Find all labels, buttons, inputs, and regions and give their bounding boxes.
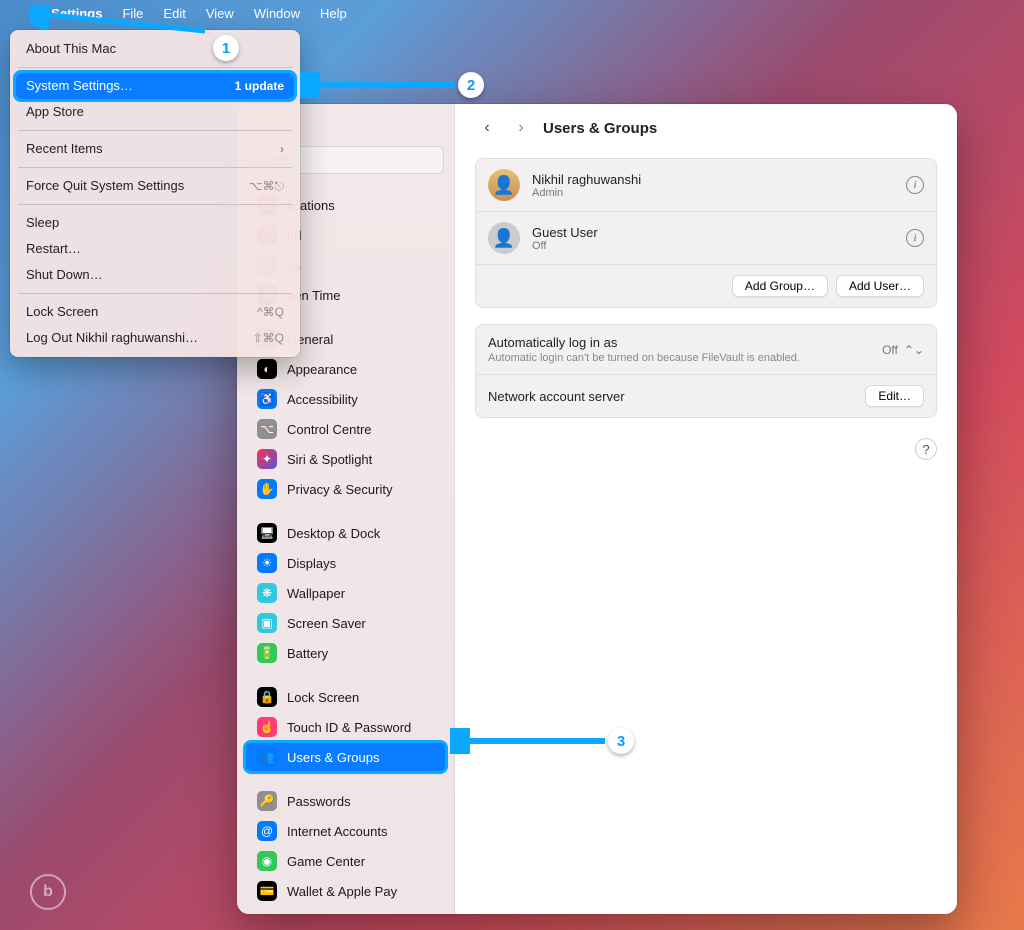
forward-button[interactable]: › [509, 116, 533, 140]
sidebar-icon: ✋ [257, 479, 277, 499]
sidebar-icon: @ [257, 821, 277, 841]
sidebar-item-wallet-apple-pay[interactable]: 💳 Wallet & Apple Pay [245, 876, 446, 906]
sidebar-item-label: Internet Accounts [287, 824, 387, 839]
sidebar-item-label: Battery [287, 646, 328, 661]
sidebar-icon: ✦ [257, 449, 277, 469]
menu-separator [18, 167, 292, 168]
sidebar-item-label: Control Centre [287, 422, 372, 437]
sidebar-item-label: Appearance [287, 362, 357, 377]
sidebar-icon: ▣ [257, 613, 277, 633]
annotation-3: 3 [608, 728, 634, 754]
sidebar-item-privacy-security[interactable]: ✋ Privacy & Security [245, 474, 446, 504]
help-button[interactable]: ? [915, 438, 937, 460]
content-area: ‹ › Users & Groups 👤 Nikhil raghuwanshi … [455, 104, 957, 914]
avatar: 👤 [488, 222, 520, 254]
sidebar-item-label: Desktop & Dock [287, 526, 380, 541]
sidebar-icon: 👥 [257, 747, 277, 767]
menu-restart[interactable]: Restart… [16, 236, 294, 262]
user-row[interactable]: 👤 Guest User Off i [476, 212, 936, 265]
user-row[interactable]: 👤 Nikhil raghuwanshi Admin i [476, 159, 936, 212]
login-pane: Automatically log in as Automatic login … [475, 324, 937, 418]
sidebar-item-label: Accessibility [287, 392, 358, 407]
sidebar-item-label: Wallet & Apple Pay [287, 884, 397, 899]
sidebar-item-label: Lock Screen [287, 690, 359, 705]
sidebar-item-label: Game Center [287, 854, 365, 869]
menu-help[interactable]: Help [320, 6, 347, 21]
sidebar-item-label: Privacy & Security [287, 482, 392, 497]
apple-dropdown-menu: About This Mac System Settings… 1 update… [10, 30, 300, 357]
users-pane: 👤 Nikhil raghuwanshi Admin i 👤 Guest Use… [475, 158, 937, 308]
sidebar-icon: ⌥ [257, 419, 277, 439]
sidebar-icon: 🔑 [257, 791, 277, 811]
menu-view[interactable]: View [206, 6, 234, 21]
sidebar-item-label: Siri & Spotlight [287, 452, 372, 467]
sidebar-icon: ☀ [257, 553, 277, 573]
menu-separator [18, 204, 292, 205]
sidebar-item-game-center[interactable]: ◉ Game Center [245, 846, 446, 876]
sidebar-item-touch-id-password[interactable]: ☝ Touch ID & Password [245, 712, 446, 742]
chevron-right-icon: › [280, 140, 284, 158]
content-header: ‹ › Users & Groups [475, 116, 937, 158]
updown-icon: ⌃⌄ [904, 343, 924, 357]
system-settings-window: 🔔fications🔊nd🌙us⏳een Time ⚙General◐Appea… [237, 104, 957, 914]
menu-about-this-mac[interactable]: About This Mac [16, 36, 294, 62]
menu-recent-items[interactable]: Recent Items › [16, 136, 294, 162]
info-icon[interactable]: i [906, 229, 924, 247]
menu-lock-screen[interactable]: Lock Screen ^⌘Q [16, 299, 294, 325]
sidebar-item-passwords[interactable]: 🔑 Passwords [245, 786, 446, 816]
sidebar-item-label: Users & Groups [287, 750, 379, 765]
menu-window[interactable]: Window [254, 6, 300, 21]
sidebar-icon: ◉ [257, 851, 277, 871]
sidebar-icon: ♿ [257, 389, 277, 409]
sidebar-item-appearance[interactable]: ◐ Appearance [245, 354, 446, 384]
sidebar-icon: 🖥 [257, 523, 277, 543]
menu-sleep[interactable]: Sleep [16, 210, 294, 236]
sidebar-item-lock-screen[interactable]: 🔒 Lock Screen [245, 682, 446, 712]
info-icon[interactable]: i [906, 176, 924, 194]
sidebar-icon: 🔋 [257, 643, 277, 663]
sidebar-item-siri-spotlight[interactable]: ✦ Siri & Spotlight [245, 444, 446, 474]
menu-system-settings[interactable]: System Settings… 1 update [16, 73, 294, 99]
network-server-row: Network account server Edit… [476, 375, 936, 417]
sidebar-icon: ☝ [257, 717, 277, 737]
sidebar-item-label: Screen Saver [287, 616, 366, 631]
menu-separator [18, 67, 292, 68]
sidebar-icon: 💳 [257, 881, 277, 901]
sidebar-item-label: Touch ID & Password [287, 720, 411, 735]
menu-app-store[interactable]: App Store [16, 99, 294, 125]
annotation-arrow-2 [300, 72, 460, 98]
back-button[interactable]: ‹ [475, 116, 499, 140]
sidebar-item-users-groups[interactable]: 👥 Users & Groups [245, 742, 446, 772]
menu-separator [18, 130, 292, 131]
sidebar-item-screen-saver[interactable]: ▣ Screen Saver [245, 608, 446, 638]
sidebar-item-control-centre[interactable]: ⌥ Control Centre [245, 414, 446, 444]
menu-separator [18, 293, 292, 294]
page-title: Users & Groups [543, 120, 657, 137]
add-group-button[interactable]: Add Group… [732, 275, 828, 297]
sidebar-icon: ❋ [257, 583, 277, 603]
sidebar-item-label: Passwords [287, 794, 351, 809]
sidebar-icon: 🔒 [257, 687, 277, 707]
sidebar-icon: ◐ [257, 359, 277, 379]
annotation-arrow-3 [450, 728, 610, 754]
menu-log-out[interactable]: Log Out Nikhil raghuwanshi… ⇧⌘Q [16, 325, 294, 351]
annotation-1: 1 [213, 35, 239, 61]
sidebar-item-label: Wallpaper [287, 586, 345, 601]
sidebar-item-displays[interactable]: ☀ Displays [245, 548, 446, 578]
sidebar-item-label: Displays [287, 556, 336, 571]
annotation-arrow-1 [30, 6, 210, 36]
sidebar-item-battery[interactable]: 🔋 Battery [245, 638, 446, 668]
edit-button[interactable]: Edit… [865, 385, 924, 407]
annotation-2: 2 [458, 72, 484, 98]
avatar: 👤 [488, 169, 520, 201]
sidebar-item-internet-accounts[interactable]: @ Internet Accounts [245, 816, 446, 846]
sidebar-item-desktop-dock[interactable]: 🖥 Desktop & Dock [245, 518, 446, 548]
watermark-icon: b [30, 874, 66, 910]
add-user-button[interactable]: Add User… [836, 275, 924, 297]
sidebar-item-wallpaper[interactable]: ❋ Wallpaper [245, 578, 446, 608]
auto-login-row[interactable]: Automatically log in as Automatic login … [476, 325, 936, 375]
sidebar-item-accessibility[interactable]: ♿ Accessibility [245, 384, 446, 414]
menu-shutdown[interactable]: Shut Down… [16, 262, 294, 288]
menu-force-quit[interactable]: Force Quit System Settings ⌥⌘⎋ [16, 173, 294, 199]
